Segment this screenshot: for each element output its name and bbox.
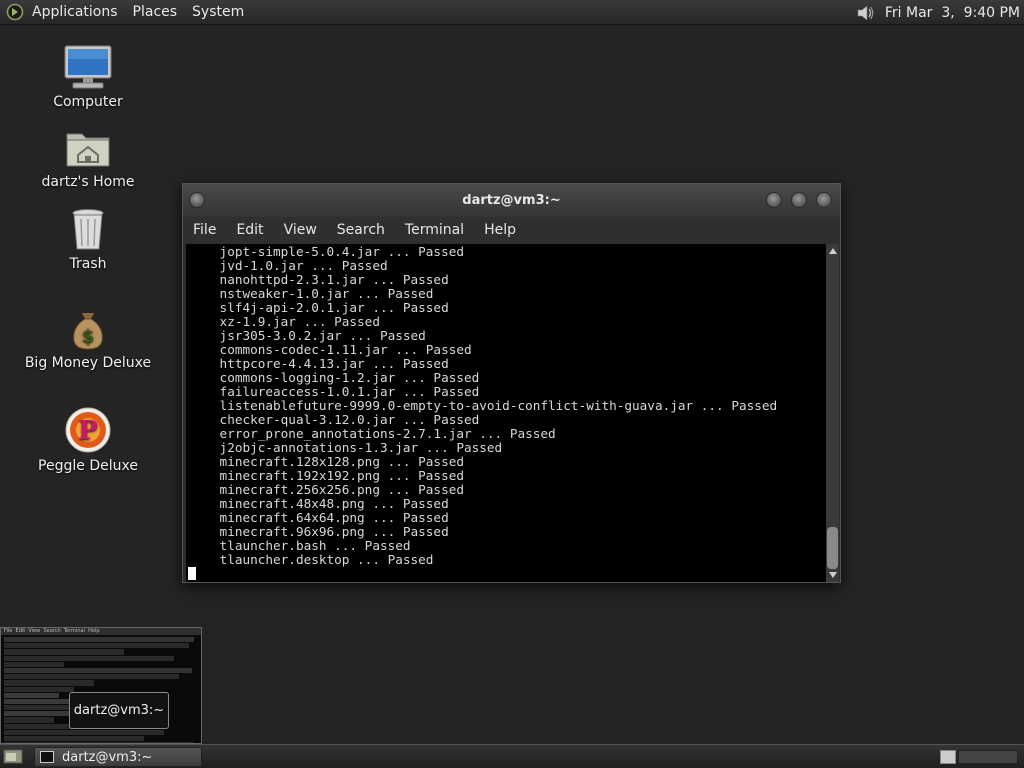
taskbar-terminal-button[interactable]: dartz@vm3:~ [34,747,202,767]
desktop-icon-label: Computer [53,94,123,110]
terminal-line: tlauncher.desktop ... Passed [189,552,434,567]
terminal-line: minecraft.96x96.png ... Passed [189,524,449,539]
computer-icon [64,45,112,89]
terminal-menubar: File Edit View Search Terminal Help [183,217,840,243]
places-menu[interactable]: Places [133,4,178,20]
clock[interactable]: Fri Mar 3, 9:40 PM [885,5,1020,21]
terminal-line: tlauncher.bash ... Passed [189,538,411,553]
desktop-icon-computer[interactable]: Computer [18,44,158,110]
terminal-line: minecraft.128x128.png ... Passed [189,454,464,469]
desktop-icon-trash[interactable]: Trash [18,208,158,272]
terminal-line: failureaccess-1.0.1.jar ... Passed [189,384,480,399]
scroll-down-icon[interactable] [829,572,837,578]
maximize-button[interactable] [791,192,807,208]
terminal-window[interactable]: dartz@vm3:~ File Edit View Search Termin… [182,183,841,583]
bottom-panel: dartz@vm3:~ [0,744,1024,768]
terminal-icon [40,751,54,763]
menu-search[interactable]: Search [337,222,385,238]
close-button[interactable] [816,192,832,208]
terminal-scrollbar[interactable] [826,244,839,582]
svg-text:$: $ [82,326,95,347]
terminal-line: httpcore-4.4.13.jar ... Passed [189,356,449,371]
terminal-line: minecraft.64x64.png ... Passed [189,510,449,525]
desktop-icon-label: Big Money Deluxe [24,355,152,371]
window-titlebar[interactable]: dartz@vm3:~ [183,184,840,217]
terminal-text: jopt-simple-5.0.4.jar ... Passed jvd-1.0… [189,244,778,567]
system-menu[interactable]: System [192,4,244,20]
window-menu-button[interactable] [189,192,205,208]
desktop-icon-home[interactable]: dartz's Home [18,128,158,190]
terminal-line: jvd-1.0.jar ... Passed [189,258,388,273]
desktop-icon-label: Trash [69,256,107,272]
menu-edit[interactable]: Edit [236,222,263,238]
terminal-line: j2objc-annotations-1.3.jar ... Passed [189,440,503,455]
volume-icon[interactable] [855,3,875,23]
terminal-line: minecraft.48x48.png ... Passed [189,496,449,511]
terminal-cursor [188,567,196,580]
terminal-line: checker-qual-3.12.0.jar ... Passed [189,412,480,427]
top-panel: Applications Places System Fri Mar 3, 9:… [0,0,1024,25]
menu-help[interactable]: Help [484,222,516,238]
preview-menubar: File Edit View Search Terminal Help [1,628,201,635]
scrollbar-thumb[interactable] [827,527,838,569]
terminal-line: jsr305-3.0.2.jar ... Passed [189,328,426,343]
peggle-icon: P [65,407,111,453]
applications-menu[interactable]: Applications [32,4,118,20]
terminal-line: listenablefuture-9999.0-empty-to-avoid-c… [189,398,778,413]
home-folder-icon [66,133,110,167]
menu-terminal[interactable]: Terminal [405,222,464,238]
desktop-icon-label: Peggle Deluxe [38,458,138,474]
desktop-icon-label: dartz's Home [41,174,135,190]
terminal-line: slf4j-api-2.0.1.jar ... Passed [189,300,449,315]
trash-icon [72,209,104,250]
desktop-icon-big-money[interactable]: $ Big Money Deluxe [18,309,158,371]
taskbar-button-label: dartz@vm3:~ [62,749,153,765]
svg-text:P: P [78,416,98,446]
menu-view[interactable]: View [284,222,317,238]
workspace-switcher-1[interactable] [940,750,956,764]
terminal-line: minecraft.192x192.png ... Passed [189,468,464,483]
terminal-line: minecraft.256x256.png ... Passed [189,482,464,497]
terminal-line: xz-1.9.jar ... Passed [189,314,380,329]
window-title: dartz@vm3:~ [462,193,561,208]
menu-file[interactable]: File [193,222,216,238]
terminal-line: jopt-simple-5.0.4.jar ... Passed [189,244,464,259]
terminal-line: error_prone_annotations-2.7.1.jar ... Pa… [189,426,556,441]
show-desktop-icon[interactable] [3,748,23,765]
terminal-line: nstweaker-1.0.jar ... Passed [189,286,434,301]
terminal-line: commons-logging-1.2.jar ... Passed [189,370,480,385]
terminal-line: nanohttpd-2.3.1.jar ... Passed [189,272,449,287]
money-bag-icon: $ [73,313,103,350]
scroll-up-icon[interactable] [829,248,837,254]
terminal-output[interactable]: jopt-simple-5.0.4.jar ... Passed jvd-1.0… [186,244,826,582]
minimize-button[interactable] [766,192,782,208]
workspace-switcher-2[interactable] [958,750,1018,764]
desktop-icon-peggle[interactable]: P Peggle Deluxe [18,406,158,474]
distro-logo-icon[interactable] [6,3,24,21]
preview-tooltip: dartz@vm3:~ [69,692,169,729]
terminal-line: commons-codec-1.11.jar ... Passed [189,342,472,357]
